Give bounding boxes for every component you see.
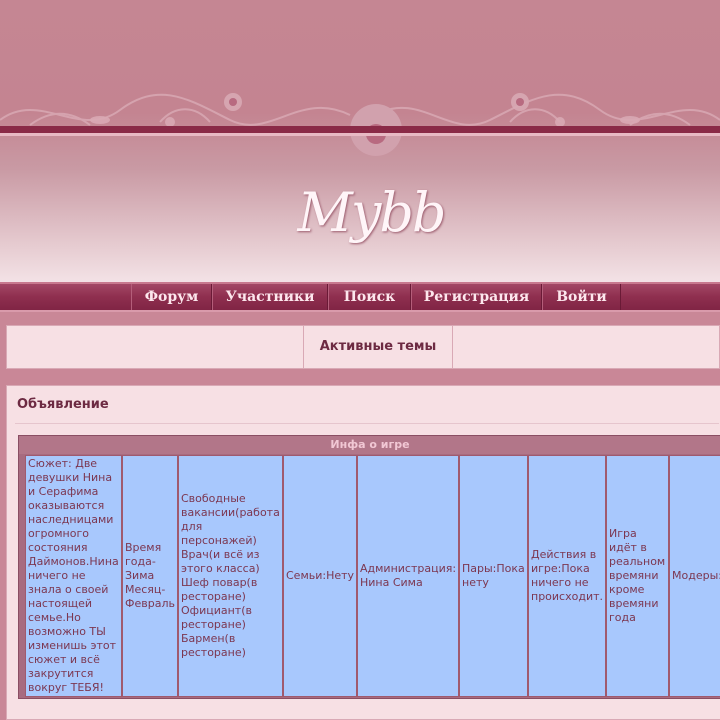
table-cell-time: Игра идёт в реальном времяни кроме время…: [606, 455, 669, 697]
table-cell-events: Действия в игре:Пока ничего не происходи…: [528, 455, 606, 697]
active-topics-bar: Активные темы: [6, 325, 720, 369]
table-cell-vacancies: Свободные вакансии(работа для персонажей…: [178, 455, 283, 697]
table-cell-plot: Сюжет: Две девушки Нина и Серафима оказы…: [25, 455, 122, 697]
floral-ornament-icon: [0, 93, 720, 156]
nav-members[interactable]: Участники: [212, 284, 328, 312]
table-cell-families: Семьи:Нету: [283, 455, 357, 697]
active-topics-link[interactable]: Активные темы: [303, 326, 453, 368]
forum-logo[interactable]: Mybb: [286, 178, 456, 248]
table-cell-season: Время года-Зима Месяц-Февраль: [122, 455, 178, 697]
nav-register[interactable]: Регистрация: [411, 284, 542, 312]
announcement-block: Объявление Инфа о игре Сюжет: Две девушк…: [6, 385, 720, 720]
nav-search[interactable]: Поиск: [328, 284, 411, 312]
table-cell-administration: Администрация: Нина Сима: [357, 455, 459, 697]
game-info-table: Инфа о игре Сюжет: Две девушки Нина и Се…: [18, 435, 720, 699]
main-navigation: Форум Участники Поиск Регистрация Войти: [0, 282, 720, 312]
forum-header: Mybb: [0, 0, 720, 282]
nav-login[interactable]: Войти: [542, 284, 621, 312]
nav-forum[interactable]: Форум: [131, 284, 212, 312]
table-cell-couples: Пары:Пока нету: [459, 455, 528, 697]
table-cell-moderators: Модеры:: [669, 455, 720, 697]
table-header: Инфа о игре: [19, 436, 720, 454]
announcement-title: Объявление: [17, 397, 109, 412]
